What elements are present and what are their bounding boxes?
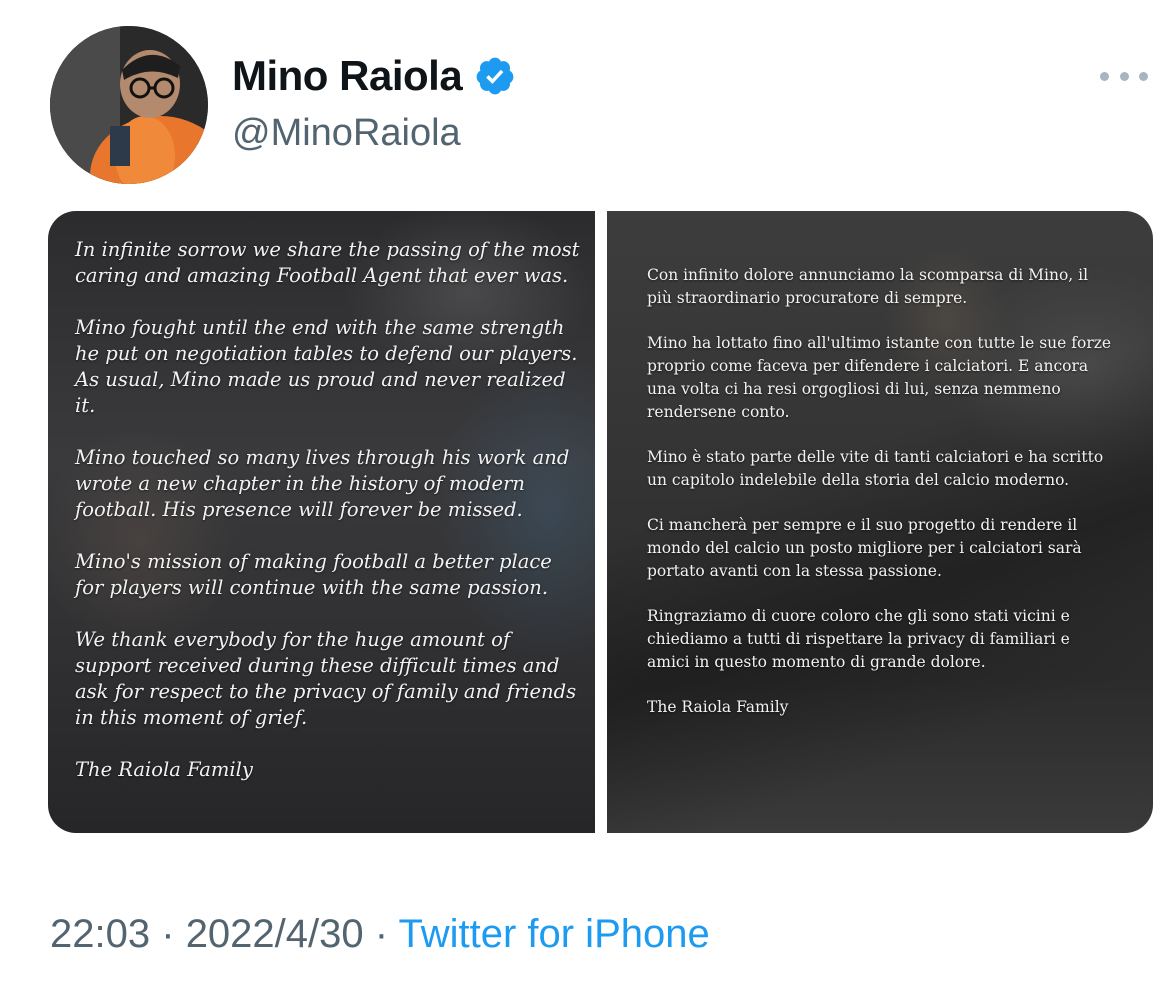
tweet-time[interactable]: 22:03 — [50, 912, 150, 956]
statement-paragraph: Mino fought until the end with the same … — [75, 316, 578, 417]
dot — [1119, 71, 1129, 81]
display-name[interactable]: Mino Raiola — [232, 52, 463, 100]
statement-signature: The Raiola Family — [75, 758, 253, 781]
tweet-source-link[interactable]: Twitter for iPhone — [398, 912, 709, 956]
statement-paragraph: Ci mancherà per sempre e il suo progetto… — [647, 516, 1082, 580]
statement-paragraph: Mino è stato parte delle vite di tanti c… — [647, 448, 1104, 489]
statement-paragraph: Mino ha lottato fino all'ultimo istante … — [647, 334, 1112, 421]
profile-photo — [50, 26, 208, 184]
verified-badge-icon — [476, 57, 514, 95]
english-statement-text: In infinite sorrow we share the passing … — [75, 237, 585, 809]
dot — [1100, 71, 1109, 81]
separator: · — [161, 912, 175, 956]
statement-paragraph: Ringraziamo di cuore coloro che gli sono… — [647, 607, 1070, 671]
statement-paragraph: Con infinito dolore annunciamo la scompa… — [647, 266, 1089, 307]
separator: · — [374, 912, 389, 956]
avatar[interactable] — [50, 26, 208, 184]
author-name-row: Mino Raiola — [232, 52, 516, 100]
statement-paragraph: Mino touched so many lives through his w… — [75, 446, 570, 521]
author-handle[interactable]: @MinoRaiola — [232, 112, 461, 155]
tweet-header: Mino Raiola @MinoRaiola — [0, 0, 1170, 200]
tweet-media[interactable]: In infinite sorrow we share the passing … — [48, 211, 1153, 833]
dot — [1139, 71, 1148, 81]
statement-paragraph: We thank everybody for the huge amount o… — [75, 628, 577, 729]
italian-statement-text: Con infinito dolore annunciamo la scompa… — [647, 264, 1117, 741]
media-image-italian-statement[interactable]: Con infinito dolore annunciamo la scompa… — [607, 211, 1153, 833]
statement-paragraph: Mino's mission of making football a bett… — [75, 550, 552, 599]
statement-paragraph: In infinite sorrow we share the passing … — [75, 238, 580, 287]
more-dots-icon[interactable] — [1100, 66, 1148, 86]
media-image-english-statement[interactable]: In infinite sorrow we share the passing … — [48, 211, 595, 833]
statement-signature: The Raiola Family — [647, 698, 789, 716]
tweet-date[interactable]: 2022/4/30 — [186, 912, 364, 956]
tweet-metadata: 22:03 · 2022/4/30 · Twitter for iPhone — [50, 912, 710, 957]
